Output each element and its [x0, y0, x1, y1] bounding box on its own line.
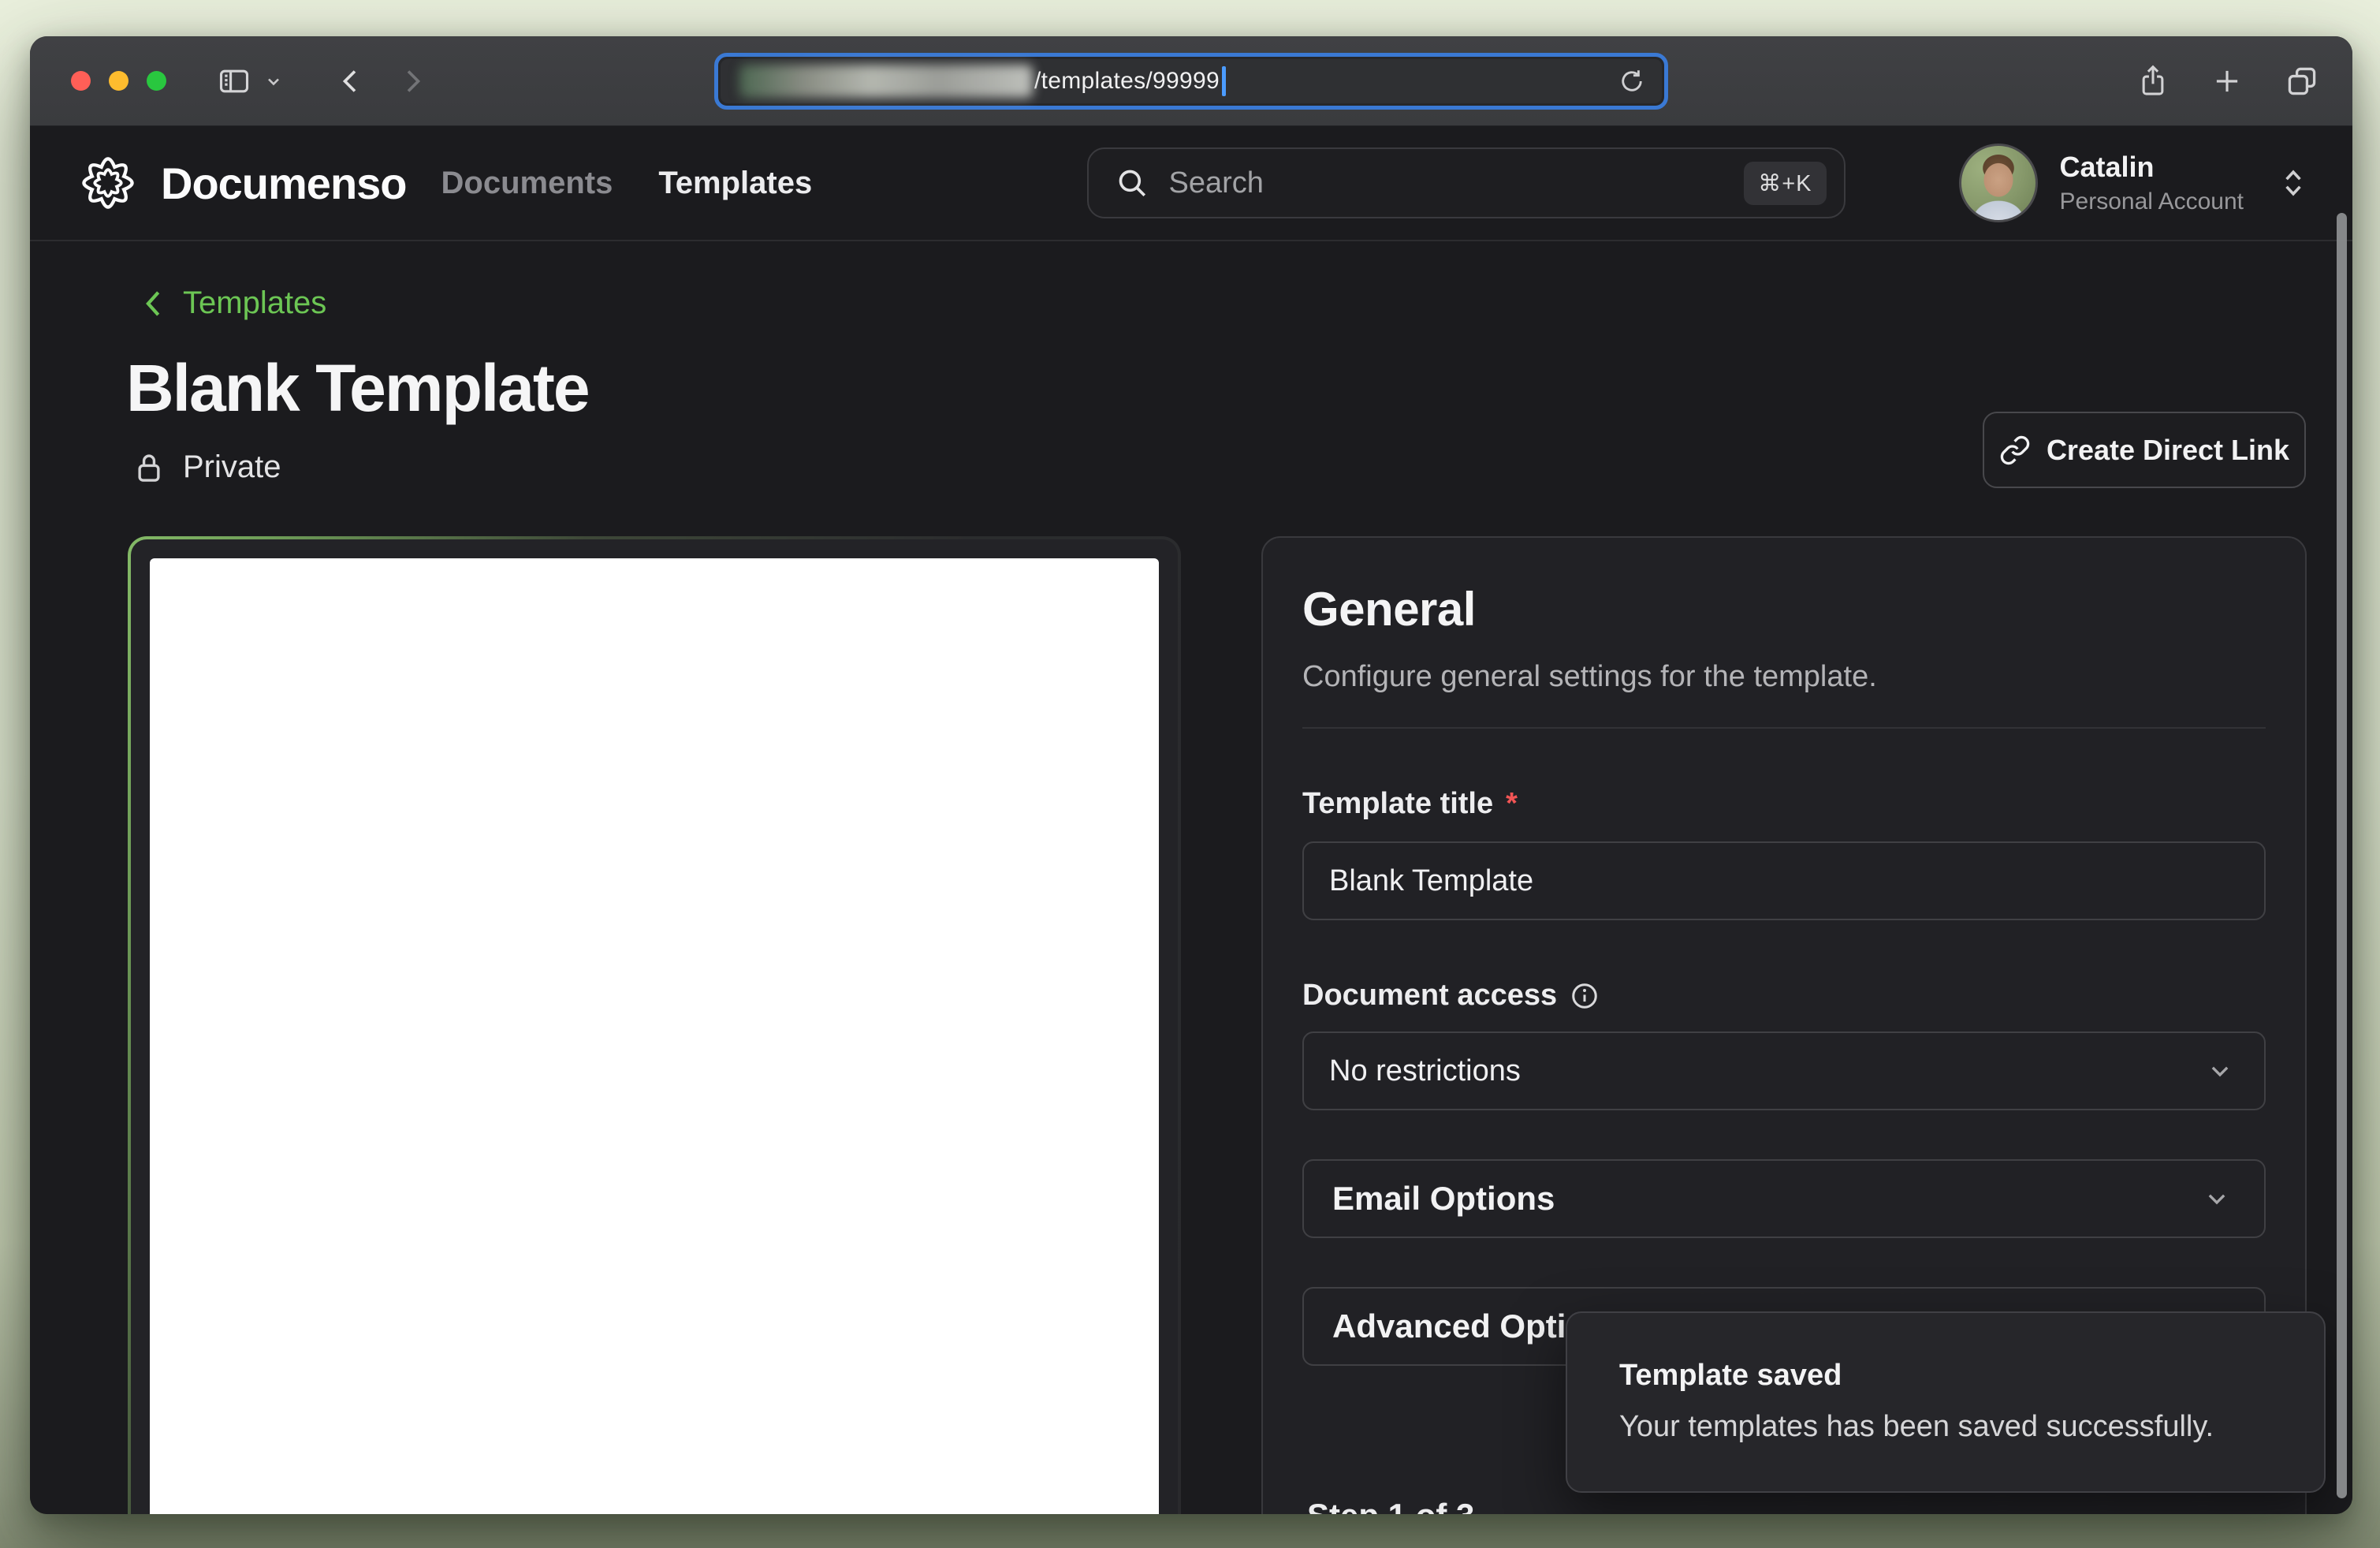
- url-path-text: /templates/99999: [1034, 68, 1220, 95]
- sidebar-toggle-icon[interactable]: [217, 64, 251, 99]
- documenso-logo[interactable]: Documenso: [76, 151, 407, 215]
- create-direct-link-button[interactable]: Create Direct Link: [1983, 412, 2306, 488]
- breadcrumb[interactable]: Templates: [140, 285, 326, 321]
- step-indicator: Step 1 of 3: [1307, 1497, 1474, 1514]
- nav-documents[interactable]: Documents: [441, 166, 613, 201]
- user-name: Catalin: [2060, 151, 2244, 184]
- chevron-down-icon: [2204, 1055, 2236, 1087]
- document-access-value: No restrictions: [1329, 1054, 1521, 1088]
- toast-notification[interactable]: Template saved Your templates has been s…: [1566, 1311, 2326, 1493]
- page-scrollbar[interactable]: [2337, 213, 2347, 1498]
- browser-toolbar: /templates/99999: [30, 36, 2352, 126]
- documenso-rosette-icon: [76, 151, 140, 215]
- info-icon[interactable]: [1570, 981, 1600, 1011]
- logo-wordmark: Documenso: [161, 158, 407, 209]
- redacted-domain: [739, 65, 1033, 98]
- address-field[interactable]: /templates/99999: [721, 59, 1662, 103]
- email-options-label: Email Options: [1332, 1180, 1555, 1218]
- browser-window: /templates/99999: [30, 36, 2352, 1514]
- document-access-label-row: Document access: [1302, 979, 2266, 1013]
- user-account-type: Personal Account: [2060, 188, 2244, 215]
- chevron-left-icon: [140, 288, 167, 319]
- reload-icon[interactable]: [1618, 67, 1646, 95]
- page-title: Blank Template: [126, 350, 589, 427]
- share-icon[interactable]: [2136, 64, 2170, 99]
- main-nav: Documents Templates: [441, 166, 813, 201]
- required-marker: *: [1506, 787, 1518, 821]
- toast-message: Your templates has been saved successful…: [1619, 1410, 2274, 1444]
- document-preview-card: [128, 536, 1181, 1514]
- address-bar[interactable]: /templates/99999: [714, 53, 1668, 110]
- text-caret: [1222, 66, 1226, 96]
- app-header: Documenso Documents Templates Search ⌘+K…: [30, 126, 2352, 241]
- document-page[interactable]: [150, 558, 1159, 1514]
- template-title-input[interactable]: [1302, 841, 2266, 920]
- document-access-label: Document access: [1302, 979, 1557, 1013]
- document-preview-frame: [131, 539, 1178, 1514]
- close-window-button[interactable]: [71, 71, 91, 91]
- create-direct-link-label: Create Direct Link: [2047, 434, 2289, 467]
- document-access-select[interactable]: No restrictions: [1302, 1031, 2266, 1110]
- account-selector-chevrons-icon: [2280, 164, 2307, 202]
- back-button[interactable]: [335, 65, 367, 97]
- zoom-window-button[interactable]: [147, 71, 166, 91]
- visibility-label: Private: [183, 449, 281, 485]
- traffic-lights: [71, 71, 166, 91]
- minimize-window-button[interactable]: [109, 71, 128, 91]
- sidebar-menu-chevron-icon[interactable]: [264, 72, 283, 91]
- search-shortcut-badge: ⌘+K: [1744, 162, 1826, 205]
- forward-button: [397, 65, 428, 97]
- template-title-label-row: Template title *: [1302, 787, 2266, 821]
- search-placeholder: Search: [1169, 166, 1264, 200]
- new-tab-icon[interactable]: [2211, 65, 2244, 98]
- email-options-toggle[interactable]: Email Options: [1302, 1159, 2266, 1238]
- panel-heading: General: [1302, 582, 2266, 636]
- avatar: [1959, 144, 2038, 222]
- breadcrumb-label[interactable]: Templates: [183, 285, 326, 321]
- template-title-label: Template title: [1302, 787, 1493, 821]
- lock-icon: [132, 450, 166, 485]
- divider: [1302, 727, 2266, 729]
- search-input[interactable]: Search ⌘+K: [1087, 147, 1846, 218]
- chevron-down-icon: [2201, 1183, 2233, 1214]
- app-content: Documenso Documents Templates Search ⌘+K…: [30, 126, 2352, 1514]
- nav-templates[interactable]: Templates: [658, 166, 812, 201]
- panel-subheading: Configure general settings for the templ…: [1302, 660, 2266, 694]
- toast-title: Template saved: [1619, 1359, 2274, 1393]
- visibility-row: Private: [132, 449, 281, 485]
- link-icon: [1999, 435, 2031, 466]
- tab-overview-icon[interactable]: [2285, 64, 2319, 99]
- search-icon: [1116, 166, 1149, 200]
- account-menu[interactable]: Catalin Personal Account: [1959, 144, 2307, 222]
